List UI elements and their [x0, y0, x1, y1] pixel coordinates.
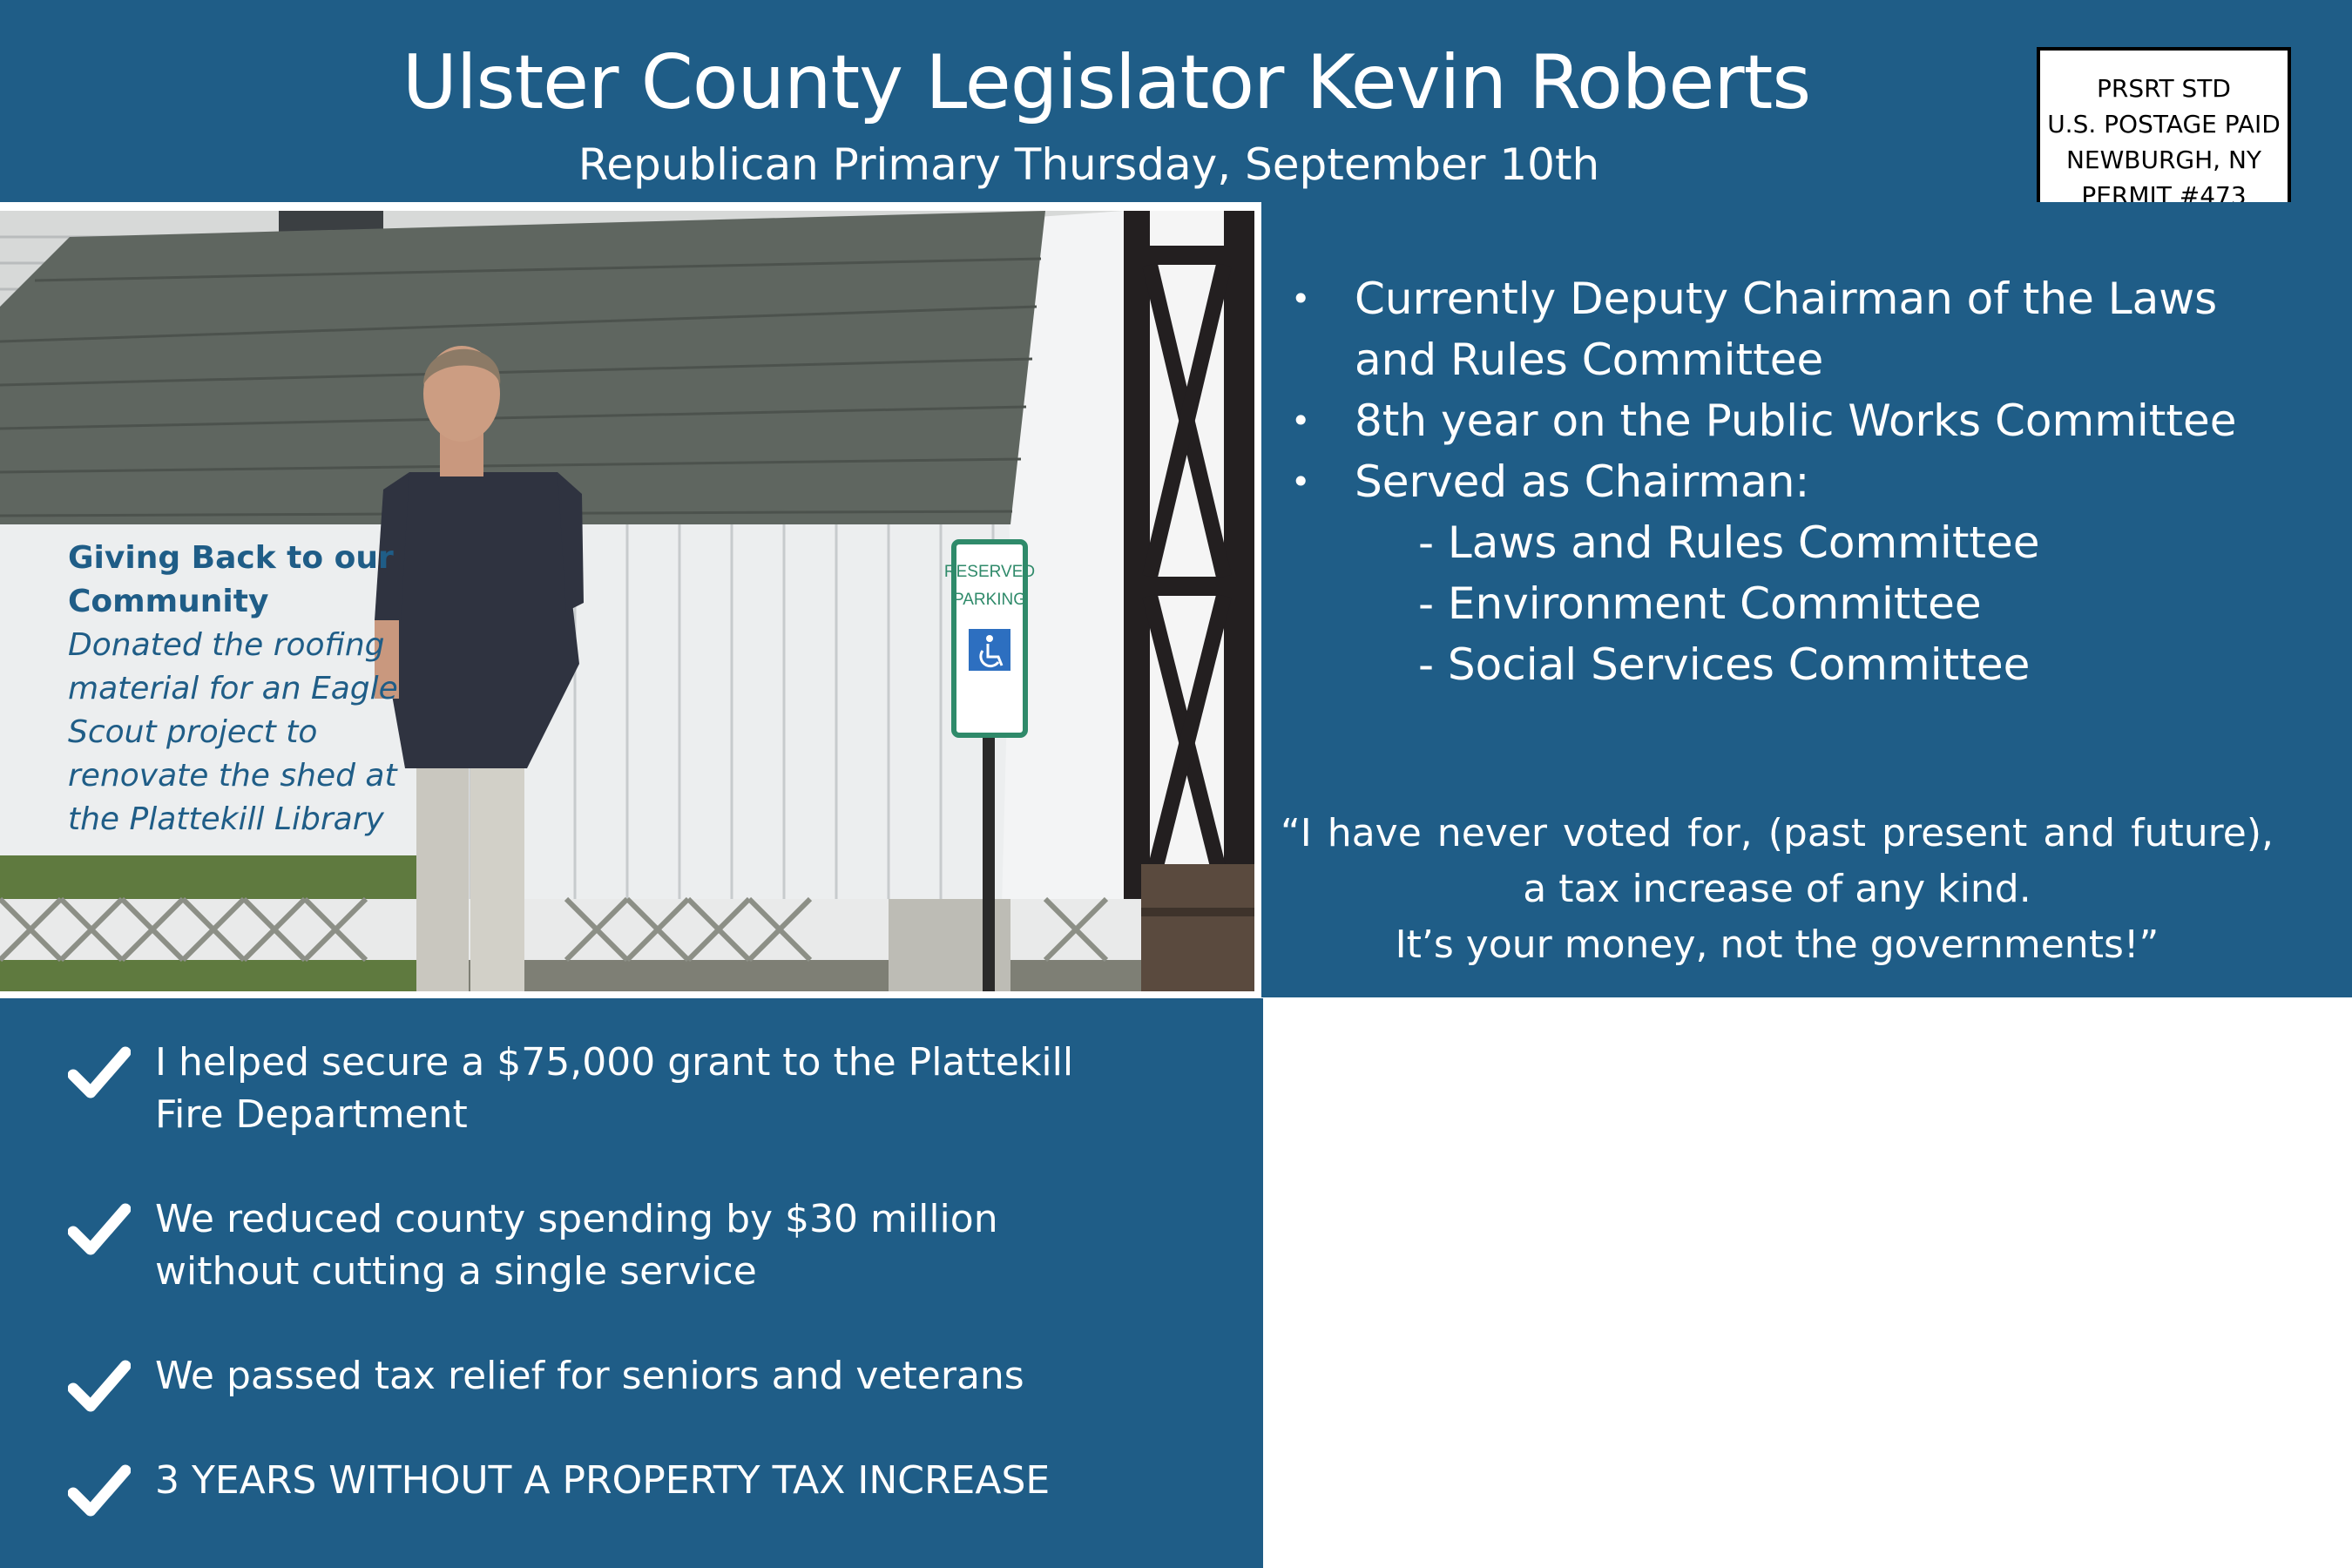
- qualification-item: 8th year on the Public Works Committee: [1281, 390, 2282, 451]
- chairman-committee-item: - Laws and Rules Committee: [1418, 517, 2040, 568]
- qualifications-list: Currently Deputy Chairman of the Laws an…: [1281, 268, 2282, 695]
- postage-line: NEWBURGH, NY: [2065, 145, 2262, 174]
- checkmark-icon: [68, 1046, 131, 1098]
- checkmark-icon: [68, 1360, 131, 1412]
- postage-line: PRSRT STD: [2097, 74, 2231, 103]
- accomplishment-text: 3 YEARS WITHOUT A PROPERTY TAX INCREASE: [155, 1458, 1051, 1503]
- quote-line: It’s your money, not the governments!”: [1395, 923, 2159, 967]
- qualification-item: Served as Chairman:: [1281, 451, 2282, 512]
- accomplishment-text: I helped secure a $75,000 grant to the P…: [155, 1040, 1074, 1137]
- checkmark-icon: [68, 1203, 131, 1255]
- qualification-item: Currently Deputy Chairman of the Laws an…: [1281, 268, 2282, 390]
- chairman-committee-item: - Environment Committee: [1418, 578, 1982, 629]
- checkmark-icon: [68, 1464, 131, 1517]
- quote-line: “I have never voted for, (past present a…: [1281, 811, 2274, 911]
- photo-caption: Giving Back to our Community Donated the…: [68, 537, 399, 841]
- chairman-committee-item: - Social Services Committee: [1418, 639, 2031, 690]
- primary-date-subtitle: Republican Primary Thursday, September 1…: [578, 139, 1600, 190]
- accomplishment-text: We passed tax relief for seniors and vet…: [155, 1354, 1024, 1398]
- postage-line: U.S. POSTAGE PAID: [2047, 110, 2281, 139]
- caption-body: Donated the roofing material for an Eagl…: [68, 627, 398, 837]
- candidate-photo: RESERVED PARKING Giving Back to our Comm…: [0, 211, 1254, 991]
- caption-heading: Giving Back to our Community: [68, 540, 394, 619]
- candidate-quote: “I have never voted for, (past present a…: [1281, 806, 2274, 973]
- page-title: Ulster County Legislator Kevin Roberts: [402, 39, 1811, 126]
- sign-text-parking: PARKING: [953, 591, 1026, 609]
- header-banner: Ulster County Legislator Kevin Roberts R…: [0, 0, 2352, 202]
- sign-text-reserved: RESERVED: [944, 563, 1035, 581]
- accomplishment-text: We reduced county spending by $30 millio…: [155, 1197, 998, 1294]
